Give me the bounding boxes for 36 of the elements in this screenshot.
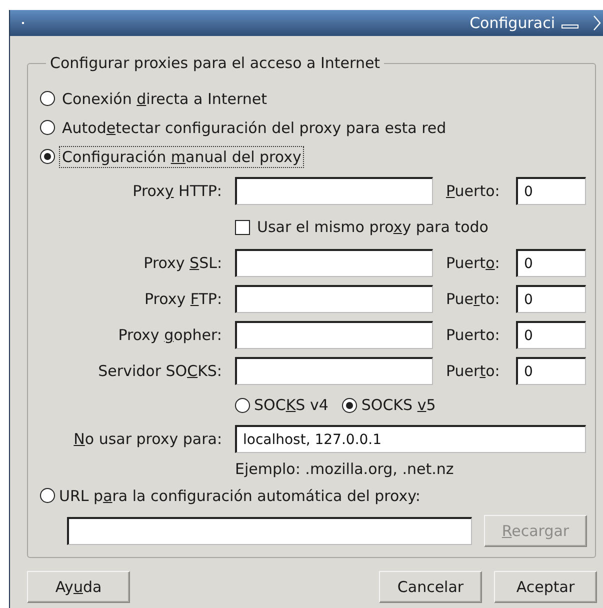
radio-option[interactable]: URL para la configuración automática del proxy: bbox=[40, 481, 424, 510]
config-url-field[interactable] bbox=[67, 517, 472, 545]
dialog-button[interactable]: Cancelar bbox=[379, 571, 482, 603]
proxy-host-field[interactable] bbox=[235, 321, 433, 349]
port-field[interactable]: 0 bbox=[516, 285, 586, 313]
port-label: Puerto: bbox=[446, 182, 501, 200]
proxy-host-field[interactable] bbox=[235, 357, 433, 385]
port-field[interactable]: 0 bbox=[516, 321, 586, 349]
port-label: Puerto: bbox=[446, 326, 501, 344]
field-label: Proxy gopher: bbox=[117, 326, 222, 344]
field-label: Proxy HTTP: bbox=[132, 182, 222, 200]
close-icon[interactable] bbox=[593, 15, 601, 31]
field-label: Proxy FTP: bbox=[144, 290, 222, 308]
example-text: Ejemplo: .mozilla.org, .net.nz bbox=[235, 459, 455, 480]
port-field[interactable]: 0 bbox=[516, 249, 586, 277]
field-label: Proxy SSL: bbox=[142, 254, 222, 272]
proxy-host-field[interactable] bbox=[235, 249, 433, 277]
port-field[interactable]: 0 bbox=[516, 177, 586, 205]
help-button[interactable]: Ayuda bbox=[27, 571, 130, 603]
radio-option[interactable]: SOCKS v4 bbox=[235, 390, 332, 420]
proxy-host-field[interactable] bbox=[235, 285, 433, 313]
same-proxy-checkbox[interactable]: Usar el mismo proxy para todo bbox=[235, 209, 488, 245]
radio-option[interactable]: Autodetectar configuración del proxy para esta red bbox=[40, 113, 454, 142]
field-label: No usar proxy para: bbox=[72, 430, 222, 448]
field-label: Servidor SOCKS: bbox=[97, 362, 222, 380]
port-label: Puerto: bbox=[446, 362, 501, 380]
radio-option[interactable]: Conexión directa a Internet bbox=[40, 84, 274, 113]
dialog-button[interactable]: Aceptar bbox=[494, 571, 597, 603]
no-proxy-field[interactable]: localhost, 127.0.0.1 bbox=[235, 425, 586, 453]
window-title: Configuraci bbox=[470, 14, 555, 32]
port-label: Puerto: bbox=[446, 254, 501, 272]
group-title: Configurar proxies para el acceso a Internet bbox=[49, 54, 382, 72]
radio-option[interactable]: SOCKS v5 bbox=[342, 390, 440, 420]
port-label: Puerto: bbox=[446, 290, 501, 308]
port-field[interactable]: 0 bbox=[516, 357, 586, 385]
proxy-host-field[interactable] bbox=[235, 177, 433, 205]
